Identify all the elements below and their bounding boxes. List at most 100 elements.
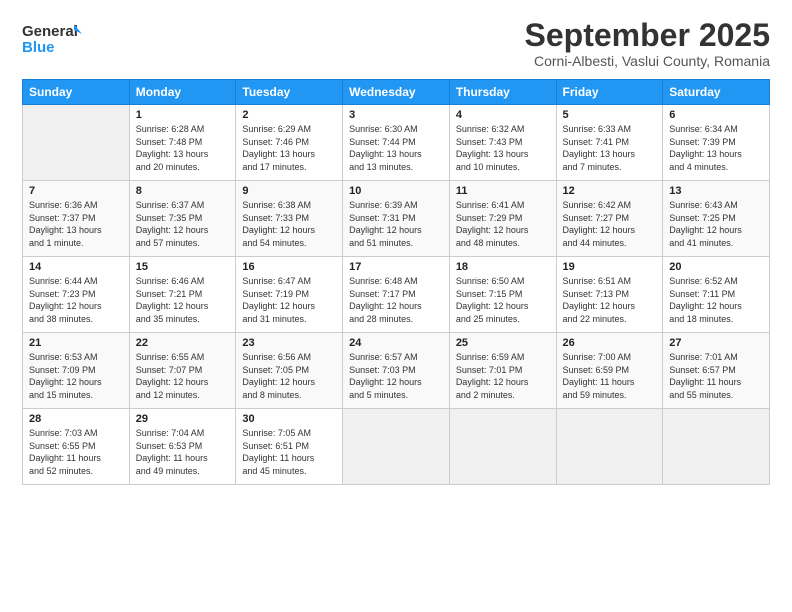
- calendar-cell: 5 Sunrise: 6:33 AM Sunset: 7:41 PM Daylig…: [556, 105, 663, 181]
- calendar-week-row: 7Sunrise: 6:36 AM Sunset: 7:37 PM Daylig…: [23, 181, 770, 257]
- day-number: 23: [242, 337, 336, 349]
- calendar-week-row: 21 Sunrise: 6:53 AM Sunset: 7:09 PM Dayli…: [23, 333, 770, 409]
- calendar-cell: 24Sunrise: 6:57 AM Sunset: 7:03 PM Dayli…: [343, 333, 450, 409]
- day-number: 7: [29, 185, 123, 197]
- day-info: Sunrise: 6:39 AM Sunset: 7:31 PM Dayligh…: [349, 199, 443, 249]
- day-number: 9: [242, 185, 336, 197]
- calendar-cell: 6Sunrise: 6:34 AM Sunset: 7:39 PM Daylig…: [663, 105, 770, 181]
- day-info: Sunrise: 6:30 AM Sunset: 7:44 PM Dayligh…: [349, 123, 443, 173]
- calendar-cell: 1 Sunrise: 6:28 AM Sunset: 7:48 PM Daylig…: [129, 105, 236, 181]
- calendar-week-row: 14 Sunrise: 6:44 AM Sunset: 7:23 PM Dayli…: [23, 257, 770, 333]
- weekday-header: Thursday: [449, 80, 556, 105]
- calendar-cell: 16 Sunrise: 6:47 AM Sunset: 7:19 PM Dayli…: [236, 257, 343, 333]
- day-number: 13: [669, 185, 763, 197]
- day-number: 26: [563, 337, 657, 349]
- day-info: Sunrise: 6:57 AM Sunset: 7:03 PM Dayligh…: [349, 351, 443, 401]
- day-number: 10: [349, 185, 443, 197]
- calendar-body: 1 Sunrise: 6:28 AM Sunset: 7:48 PM Daylig…: [23, 105, 770, 485]
- calendar-cell: 28 Sunrise: 7:03 AM Sunset: 6:55 PM Dayli…: [23, 409, 130, 485]
- calendar-cell: 29 Sunrise: 7:04 AM Sunset: 6:53 PM Dayli…: [129, 409, 236, 485]
- day-number: 5: [563, 109, 657, 121]
- day-number: 14: [29, 261, 123, 273]
- day-info: Sunrise: 6:53 AM Sunset: 7:09 PM Dayligh…: [29, 351, 123, 401]
- day-info: Sunrise: 6:28 AM Sunset: 7:48 PM Dayligh…: [136, 123, 230, 173]
- day-info: Sunrise: 6:37 AM Sunset: 7:35 PM Dayligh…: [136, 199, 230, 249]
- calendar-cell: 21 Sunrise: 6:53 AM Sunset: 7:09 PM Dayli…: [23, 333, 130, 409]
- day-info: Sunrise: 6:50 AM Sunset: 7:15 PM Dayligh…: [456, 275, 550, 325]
- calendar-cell: [23, 105, 130, 181]
- day-info: Sunrise: 6:56 AM Sunset: 7:05 PM Dayligh…: [242, 351, 336, 401]
- day-number: 29: [136, 413, 230, 425]
- day-number: 21: [29, 337, 123, 349]
- calendar-cell: 8 Sunrise: 6:37 AM Sunset: 7:35 PM Daylig…: [129, 181, 236, 257]
- day-info: Sunrise: 6:42 AM Sunset: 7:27 PM Dayligh…: [563, 199, 657, 249]
- day-info: Sunrise: 6:47 AM Sunset: 7:19 PM Dayligh…: [242, 275, 336, 325]
- calendar-cell: 22 Sunrise: 6:55 AM Sunset: 7:07 PM Dayli…: [129, 333, 236, 409]
- calendar-week-row: 1 Sunrise: 6:28 AM Sunset: 7:48 PM Daylig…: [23, 105, 770, 181]
- title-block: September 2025 Corni-Albesti, Vaslui Cou…: [525, 18, 770, 69]
- day-number: 3: [349, 109, 443, 121]
- day-number: 6: [669, 109, 763, 121]
- calendar-cell: 30 Sunrise: 7:05 AM Sunset: 6:51 PM Dayli…: [236, 409, 343, 485]
- calendar-cell: 15Sunrise: 6:46 AM Sunset: 7:21 PM Dayli…: [129, 257, 236, 333]
- header: General Blue September 2025 Corni-Albest…: [22, 18, 770, 69]
- day-info: Sunrise: 6:32 AM Sunset: 7:43 PM Dayligh…: [456, 123, 550, 173]
- calendar-cell: 18 Sunrise: 6:50 AM Sunset: 7:15 PM Dayli…: [449, 257, 556, 333]
- day-info: Sunrise: 6:44 AM Sunset: 7:23 PM Dayligh…: [29, 275, 123, 325]
- calendar-cell: 14 Sunrise: 6:44 AM Sunset: 7:23 PM Dayli…: [23, 257, 130, 333]
- day-number: 27: [669, 337, 763, 349]
- calendar-cell: 11Sunrise: 6:41 AM Sunset: 7:29 PM Dayli…: [449, 181, 556, 257]
- calendar-cell: 20 Sunrise: 6:52 AM Sunset: 7:11 PM Dayli…: [663, 257, 770, 333]
- calendar-cell: 7Sunrise: 6:36 AM Sunset: 7:37 PM Daylig…: [23, 181, 130, 257]
- day-number: 12: [563, 185, 657, 197]
- day-info: Sunrise: 7:03 AM Sunset: 6:55 PM Dayligh…: [29, 427, 123, 477]
- day-info: Sunrise: 6:38 AM Sunset: 7:33 PM Dayligh…: [242, 199, 336, 249]
- day-number: 28: [29, 413, 123, 425]
- location-subtitle: Corni-Albesti, Vaslui County, Romania: [525, 53, 770, 69]
- day-number: 8: [136, 185, 230, 197]
- calendar-cell: 13Sunrise: 6:43 AM Sunset: 7:25 PM Dayli…: [663, 181, 770, 257]
- day-number: 2: [242, 109, 336, 121]
- weekday-header: Sunday: [23, 80, 130, 105]
- day-info: Sunrise: 7:00 AM Sunset: 6:59 PM Dayligh…: [563, 351, 657, 401]
- day-info: Sunrise: 6:33 AM Sunset: 7:41 PM Dayligh…: [563, 123, 657, 173]
- svg-text:Blue: Blue: [22, 39, 55, 56]
- day-info: Sunrise: 6:55 AM Sunset: 7:07 PM Dayligh…: [136, 351, 230, 401]
- calendar-cell: 27 Sunrise: 7:01 AM Sunset: 6:57 PM Dayli…: [663, 333, 770, 409]
- calendar-cell: 3 Sunrise: 6:30 AM Sunset: 7:44 PM Daylig…: [343, 105, 450, 181]
- weekday-header: Monday: [129, 80, 236, 105]
- logo: General Blue: [22, 18, 82, 62]
- day-info: Sunrise: 6:41 AM Sunset: 7:29 PM Dayligh…: [456, 199, 550, 249]
- calendar-cell: 12 Sunrise: 6:42 AM Sunset: 7:27 PM Dayli…: [556, 181, 663, 257]
- calendar-cell: [556, 409, 663, 485]
- logo-svg: General Blue: [22, 18, 82, 62]
- weekday-header: Saturday: [663, 80, 770, 105]
- day-number: 17: [349, 261, 443, 273]
- day-number: 1: [136, 109, 230, 121]
- svg-text:General: General: [22, 23, 78, 40]
- day-number: 19: [563, 261, 657, 273]
- day-info: Sunrise: 6:46 AM Sunset: 7:21 PM Dayligh…: [136, 275, 230, 325]
- day-number: 16: [242, 261, 336, 273]
- day-info: Sunrise: 6:52 AM Sunset: 7:11 PM Dayligh…: [669, 275, 763, 325]
- day-info: Sunrise: 7:01 AM Sunset: 6:57 PM Dayligh…: [669, 351, 763, 401]
- calendar-cell: 9 Sunrise: 6:38 AM Sunset: 7:33 PM Daylig…: [236, 181, 343, 257]
- day-number: 25: [456, 337, 550, 349]
- calendar-cell: 23 Sunrise: 6:56 AM Sunset: 7:05 PM Dayli…: [236, 333, 343, 409]
- calendar-cell: 4Sunrise: 6:32 AM Sunset: 7:43 PM Daylig…: [449, 105, 556, 181]
- weekday-header: Wednesday: [343, 80, 450, 105]
- weekday-header: Tuesday: [236, 80, 343, 105]
- day-info: Sunrise: 6:51 AM Sunset: 7:13 PM Dayligh…: [563, 275, 657, 325]
- calendar-table: SundayMondayTuesdayWednesdayThursdayFrid…: [22, 79, 770, 485]
- calendar-cell: 10 Sunrise: 6:39 AM Sunset: 7:31 PM Dayli…: [343, 181, 450, 257]
- day-number: 18: [456, 261, 550, 273]
- calendar-cell: 17Sunrise: 6:48 AM Sunset: 7:17 PM Dayli…: [343, 257, 450, 333]
- calendar-cell: [343, 409, 450, 485]
- day-info: Sunrise: 6:59 AM Sunset: 7:01 PM Dayligh…: [456, 351, 550, 401]
- day-number: 30: [242, 413, 336, 425]
- day-number: 22: [136, 337, 230, 349]
- calendar-cell: 19 Sunrise: 6:51 AM Sunset: 7:13 PM Dayli…: [556, 257, 663, 333]
- day-number: 20: [669, 261, 763, 273]
- day-info: Sunrise: 7:05 AM Sunset: 6:51 PM Dayligh…: [242, 427, 336, 477]
- day-info: Sunrise: 7:04 AM Sunset: 6:53 PM Dayligh…: [136, 427, 230, 477]
